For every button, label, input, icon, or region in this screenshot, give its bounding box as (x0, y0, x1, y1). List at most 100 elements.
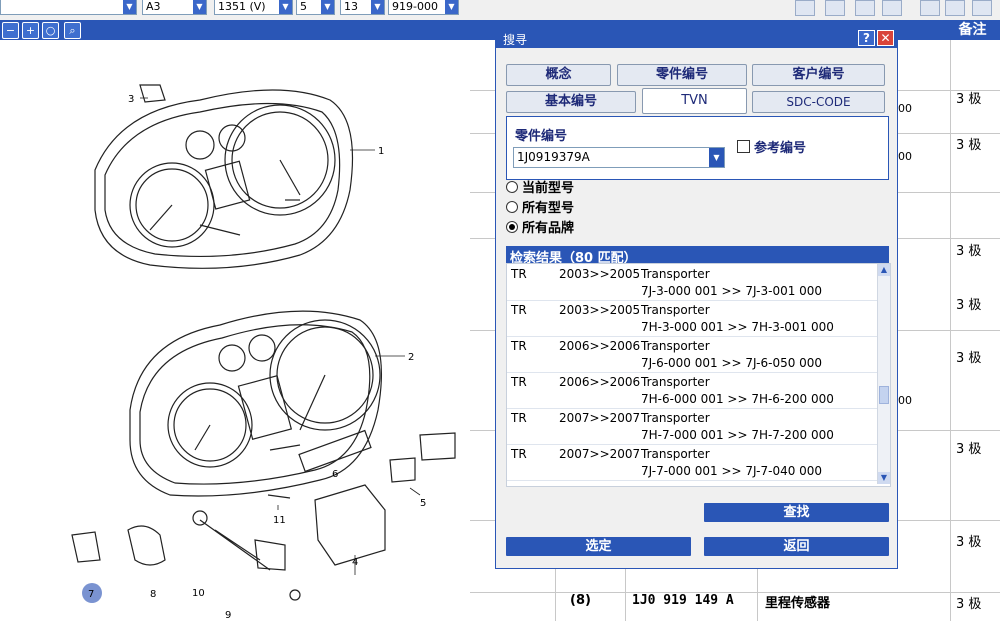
result-years: 2003>>2005 (559, 267, 641, 281)
list-item[interactable]: TR 2007>>2007 Transporter 7J-7-000 001 >… (507, 444, 877, 481)
callout-5: 5 (420, 498, 426, 509)
combo-catalog[interactable]: ▼ (0, 0, 137, 15)
chevron-down-icon: ▼ (371, 0, 384, 14)
chevron-down-icon: ▼ (445, 0, 458, 14)
search-button[interactable]: 查找 (704, 503, 889, 522)
combo-illustration[interactable]: 919-000 ▼ (388, 0, 459, 15)
result-brand: TR (511, 411, 527, 425)
remark-cell: 3 极 (956, 138, 982, 153)
list-item[interactable]: TR 2006>>2006 Transporter 7J-6-000 001 >… (507, 336, 877, 373)
result-range: 7H-6-000 001 >> 7H-6-200 000 (641, 392, 834, 406)
remark-cell: 3 极 (956, 597, 982, 612)
part-number-fragment: 00 (898, 150, 912, 163)
radio-icon (506, 201, 518, 213)
scrollbar-thumb[interactable] (879, 386, 889, 404)
part-number-cell: 1J0 919 149 A (632, 593, 734, 608)
key-icon[interactable] (825, 0, 845, 16)
tab-customer-number[interactable]: 客户编号 (752, 64, 885, 86)
callout-7: 7 (88, 589, 94, 600)
result-brand: TR (511, 267, 527, 281)
scroll-up-icon[interactable]: ▲ (878, 264, 890, 276)
chevron-down-icon[interactable]: ▼ (709, 148, 724, 167)
select-button[interactable]: 选定 (506, 537, 691, 556)
reference-number-checkbox[interactable]: 参考编号 (737, 137, 807, 156)
radio-selected-icon (506, 221, 518, 233)
callout-6: 6 (332, 469, 338, 480)
remark-cell: 3 极 (956, 298, 982, 313)
callout-10: 10 (192, 588, 205, 599)
result-range: 7H-3-000 001 >> 7H-3-001 000 (641, 320, 834, 334)
remark-cell: 3 极 (956, 442, 982, 457)
result-range: 7J-6-000 001 >> 7J-6-050 000 (641, 356, 823, 370)
combo-subgroup-value: 13 (344, 0, 358, 13)
radio-icon (506, 181, 518, 193)
combo-year-value: 1351 (V) (218, 0, 266, 13)
description-cell: 里程传感器 (765, 596, 831, 611)
next-icon[interactable] (882, 0, 902, 16)
part-number-fragment: 00 (898, 102, 912, 115)
result-brand: TR (511, 447, 527, 461)
list-item[interactable]: TR 2003>>2005 Transporter 7H-3-000 001 >… (507, 300, 877, 337)
magnifier-icon[interactable]: ⌕ (64, 22, 81, 39)
combo-year[interactable]: 1351 (V) ▼ (214, 0, 293, 15)
zoom-out-icon[interactable]: − (2, 22, 19, 39)
zoom-fit-icon[interactable]: ○ (42, 22, 59, 39)
position-cell: (8) (570, 593, 591, 608)
part-number-label: 零件编号 (515, 129, 568, 144)
help-button[interactable]: ? (858, 30, 875, 46)
part-number-input[interactable]: 1J0919379A ▼ (513, 147, 725, 168)
part-number-fragment: 00 (898, 394, 912, 407)
cart-icon[interactable] (972, 0, 992, 16)
top-toolbar: ▼ A3 ▼ 1351 (V) ▼ 5 ▼ 13 ▼ 919-000 ▼ (0, 0, 1000, 21)
combo-model[interactable]: A3 ▼ (142, 0, 207, 15)
parts-illustration: 1 2 3 5 6 7 8 9 10 11 4 (71, 84, 456, 621)
result-model: Transporter (641, 267, 710, 281)
results-scrollbar[interactable]: ▲ ▼ (877, 264, 890, 484)
remark-cell: 3 极 (956, 244, 982, 259)
radio-all-brands[interactable]: 所有品牌 (506, 221, 574, 237)
callout-2: 2 (408, 352, 414, 363)
print-icon[interactable] (920, 0, 940, 16)
callout-11: 11 (273, 515, 286, 526)
dialog-title: 搜寻 (503, 33, 528, 47)
callout-3: 3 (128, 94, 134, 105)
list-item[interactable]: TR 2007>>2007 Transporter 7H-7-000 001 >… (507, 408, 877, 445)
tab-tvn[interactable]: TVN (642, 88, 747, 114)
combo-illustration-value: 919-000 (392, 0, 438, 13)
radio-current-model[interactable]: 当前型号 (506, 181, 574, 197)
radio-all-models[interactable]: 所有型号 (506, 201, 574, 217)
car-icon[interactable] (855, 0, 875, 16)
remark-cell: 3 极 (956, 535, 982, 550)
list-item[interactable]: TR 2006>>2006 Transporter 7H-6-000 001 >… (507, 372, 877, 409)
dialog-title-bar[interactable]: 搜寻 ? ✕ (496, 28, 897, 48)
results-list: TR 2003>>2005 Transporter 7J-3-000 001 >… (506, 263, 891, 487)
tab-sdc-code[interactable]: SDC-CODE (752, 91, 885, 113)
combo-group[interactable]: 5 ▼ (296, 0, 335, 15)
tab-basic-number[interactable]: 基本编号 (506, 91, 636, 113)
result-model: Transporter (641, 375, 710, 389)
list-icon[interactable] (795, 0, 815, 16)
result-model: Transporter (641, 303, 710, 317)
combo-subgroup[interactable]: 13 ▼ (340, 0, 385, 15)
list-item[interactable]: TR 2003>>2005 Transporter 7J-3-000 001 >… (507, 264, 877, 301)
result-years: 2007>>2007 (559, 411, 641, 425)
tab-concept[interactable]: 概念 (506, 64, 611, 86)
result-years: 2003>>2005 (559, 303, 641, 317)
tools-icon[interactable] (945, 0, 965, 16)
callout-1: 1 (378, 146, 384, 157)
tab-part-number[interactable]: 零件编号 (617, 64, 747, 86)
reference-number-label: 参考编号 (754, 141, 807, 156)
callout-4: 4 (352, 557, 358, 568)
zoom-in-icon[interactable]: + (22, 22, 39, 39)
scroll-down-icon[interactable]: ▼ (878, 472, 890, 484)
callout-9: 9 (225, 610, 231, 621)
result-model: Transporter (641, 447, 710, 461)
results-header: 检索结果（80 匹配） (506, 246, 889, 266)
search-field-group: 零件编号 1J0919379A ▼ 参考编号 (506, 116, 889, 180)
back-button[interactable]: 返回 (704, 537, 889, 556)
part-number-value: 1J0919379A (517, 150, 590, 164)
result-range: 7H-7-000 001 >> 7H-7-200 000 (641, 428, 834, 442)
radio-label: 当前型号 (522, 181, 575, 196)
result-years: 2006>>2006 (559, 339, 641, 353)
close-button[interactable]: ✕ (877, 30, 894, 46)
